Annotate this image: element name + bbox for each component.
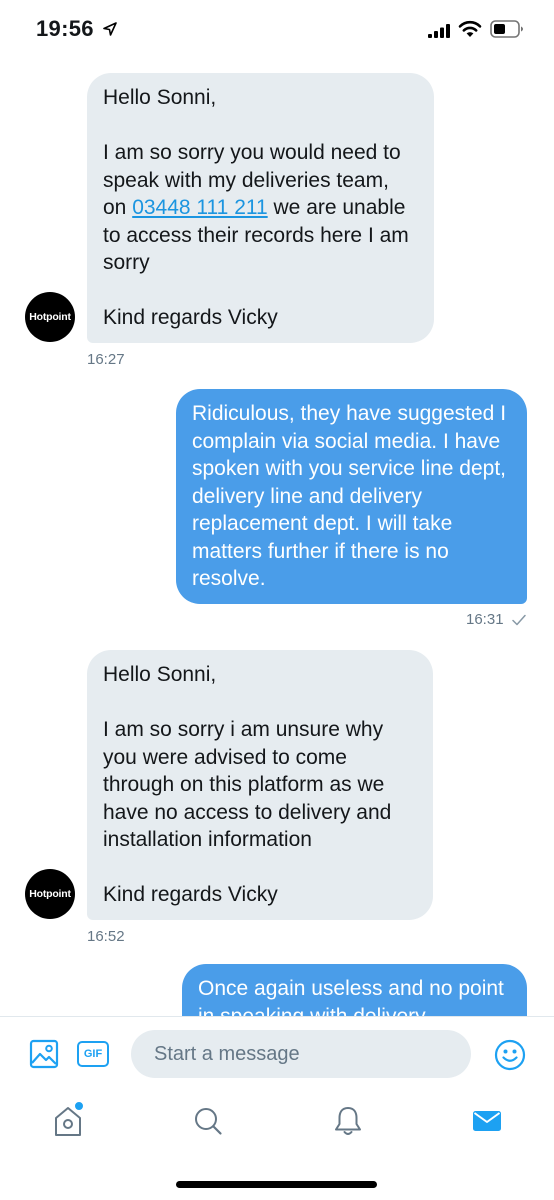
message-body: I am so sorry you would need to speak wi…: [103, 139, 416, 277]
sent-check-icon: [512, 614, 526, 626]
message-timestamp: 16:31: [466, 611, 504, 628]
emoji-icon[interactable]: [494, 1039, 526, 1071]
status-bar: 19:56: [0, 0, 554, 60]
message-timestamp: 16:52: [87, 928, 125, 945]
message-signoff: Kind regards Vicky: [103, 306, 278, 329]
incoming-message[interactable]: Hello Sonni, I am so sorry you would need…: [87, 73, 434, 343]
gif-button[interactable]: GIF: [77, 1041, 109, 1067]
hotpoint-avatar[interactable]: Hotpoint: [25, 292, 75, 342]
search-icon[interactable]: [192, 1104, 224, 1138]
conversation[interactable]: Hello Sonni, I am so sorry you would need…: [0, 60, 554, 1016]
message-composer: GIF: [0, 1016, 554, 1092]
wifi-icon: [458, 20, 482, 37]
cellular-signal-icon: [428, 24, 450, 38]
status-time: 19:56: [36, 16, 94, 41]
hotpoint-avatar[interactable]: Hotpoint: [25, 869, 75, 919]
message-input[interactable]: [131, 1030, 471, 1078]
image-icon[interactable]: [29, 1039, 59, 1069]
mail-icon[interactable]: [471, 1104, 503, 1138]
tab-bar: [0, 1092, 554, 1200]
home-indicator: [176, 1181, 377, 1188]
incoming-message[interactable]: Hello Sonni, I am so sorry i am unsure w…: [87, 650, 433, 920]
bell-icon[interactable]: [332, 1104, 364, 1138]
outgoing-message[interactable]: Once again useless and no point in speak…: [182, 964, 527, 1016]
phone-number-link[interactable]: 03448 111 211: [132, 196, 267, 219]
outgoing-message[interactable]: Ridiculous, they have suggested I compla…: [176, 389, 527, 604]
location-arrow-icon: [103, 22, 117, 36]
message-greeting: Hello Sonni,: [103, 86, 217, 109]
message-timestamp: 16:27: [87, 351, 125, 368]
battery-icon: [490, 20, 523, 38]
notification-dot: [74, 1101, 84, 1111]
